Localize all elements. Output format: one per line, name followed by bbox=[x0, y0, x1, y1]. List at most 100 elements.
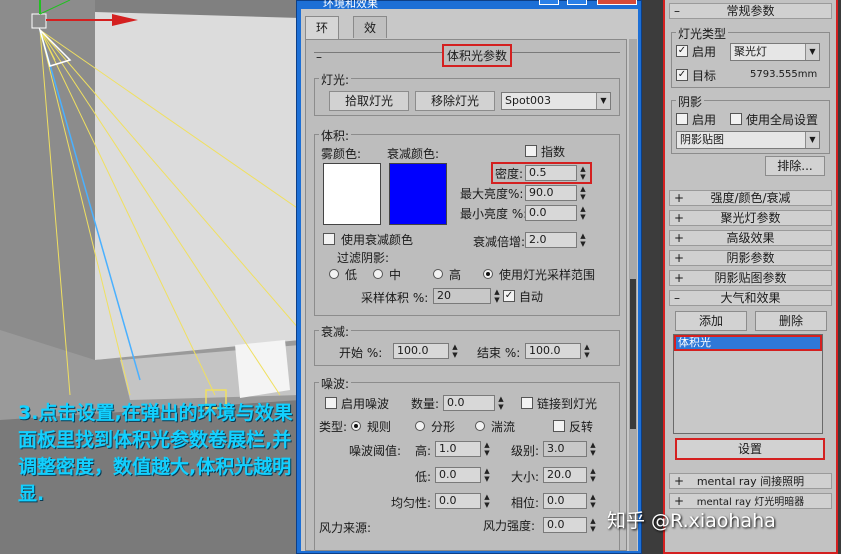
rollout-spotlight-params[interactable]: + 聚光灯参数 bbox=[669, 210, 832, 226]
uniformity-spinner[interactable]: 0.0 ▲ ▼ bbox=[435, 493, 490, 509]
type-regular-radio[interactable] bbox=[351, 421, 361, 431]
dialog-body: 环境 效果 – 体积光参数 灯光: 拾取灯光 移除灯光 Spot003 ▼ 体 bbox=[301, 9, 638, 551]
spinner-arrows-icon[interactable]: ▲ ▼ bbox=[578, 185, 588, 201]
spinner-arrows-icon[interactable]: ▲ ▼ bbox=[496, 395, 506, 411]
atten-color-swatch[interactable] bbox=[389, 163, 447, 225]
enable-noise-checkbox[interactable] bbox=[325, 397, 337, 409]
shadows-on-checkbox[interactable] bbox=[676, 113, 688, 125]
noise-type-label: 类型: bbox=[319, 420, 348, 434]
spinner-arrows-icon[interactable]: ▲ ▼ bbox=[588, 467, 598, 483]
minimize-button[interactable] bbox=[539, 0, 559, 5]
end-spinner[interactable]: 100.0 ▲ ▼ bbox=[525, 343, 590, 359]
density-highlight bbox=[491, 162, 592, 184]
levels-spinner[interactable]: 3.0 ▲ ▼ bbox=[543, 441, 596, 457]
threshold-high-spinner[interactable]: 1.0 ▲ ▼ bbox=[435, 441, 490, 457]
sample-volume-spinner[interactable]: 20 ▲ ▼ bbox=[433, 288, 500, 304]
spinner-arrows-icon[interactable]: ▲ ▼ bbox=[482, 441, 492, 457]
volume-light-rollout-header[interactable]: – 体积光参数 bbox=[314, 44, 620, 67]
levels-value: 3.0 bbox=[547, 442, 565, 455]
remove-light-button[interactable]: 移除灯光 bbox=[415, 91, 495, 111]
rollout-shadow-params[interactable]: + 阴影参数 bbox=[669, 250, 832, 266]
filter-low-label: 低 bbox=[345, 268, 358, 282]
max-light-spinner[interactable]: 90.0 ▲ ▼ bbox=[525, 185, 586, 201]
filter-high-radio[interactable] bbox=[433, 269, 443, 279]
spinner-arrows-icon[interactable]: ▲ ▼ bbox=[578, 232, 588, 248]
invert-label: 反转 bbox=[569, 420, 594, 434]
expand-icon: + bbox=[674, 231, 685, 245]
scrollbar-thumb[interactable] bbox=[630, 279, 636, 429]
general-params-rollout[interactable]: – 常规参数 bbox=[669, 3, 832, 19]
shadows-on-label: 启用 bbox=[692, 113, 717, 127]
spinner-arrows-icon[interactable]: ▲ ▼ bbox=[482, 493, 492, 509]
threshold-low-spinner[interactable]: 0.0 ▲ ▼ bbox=[435, 467, 490, 483]
type-fractal-radio[interactable] bbox=[415, 421, 425, 431]
tab-environment[interactable]: 环境 bbox=[305, 16, 340, 57]
atten-color-label: 衰减颜色: bbox=[387, 147, 440, 161]
delete-effect-button[interactable]: 删除 bbox=[755, 311, 827, 331]
tab-effects[interactable]: 效果 bbox=[353, 16, 388, 57]
noise-amount-value: 0.0 bbox=[447, 396, 465, 409]
use-atten-color-label: 使用衰减颜色 bbox=[341, 233, 414, 247]
expand-icon: + bbox=[674, 211, 685, 225]
close-button[interactable] bbox=[597, 0, 637, 5]
tutorial-caption: 3.点击设置,在弹出的环境与效果面板里找到体积光参数卷展栏,并调整密度，数值越大… bbox=[18, 402, 293, 505]
spinner-arrows-icon[interactable]: ▲ ▼ bbox=[582, 343, 592, 359]
use-atten-color-checkbox[interactable] bbox=[323, 233, 335, 245]
chevron-down-icon: ▼ bbox=[805, 44, 819, 60]
light-list-dropdown[interactable]: Spot003 ▼ bbox=[501, 92, 611, 110]
spinner-arrows-icon[interactable]: ▲ ▼ bbox=[588, 517, 598, 533]
min-light-spinner[interactable]: 0.0 ▲ ▼ bbox=[525, 205, 586, 221]
rollout-intensity[interactable]: + 强度/颜色/衰减 bbox=[669, 190, 832, 206]
start-value: 100.0 bbox=[397, 344, 429, 357]
target-checkbox[interactable]: ✓ bbox=[676, 69, 688, 81]
spinner-arrows-icon[interactable]: ▲ ▼ bbox=[482, 467, 492, 483]
spinner-arrows-icon[interactable]: ▲ ▼ bbox=[492, 288, 502, 304]
rollout-mr-indirect[interactable]: + mental ray 间接照明 bbox=[669, 473, 832, 489]
spinner-arrows-icon[interactable]: ▲ ▼ bbox=[588, 493, 598, 509]
spinner-arrows-icon[interactable]: ▲ ▼ bbox=[450, 343, 460, 359]
panel-scrollbar[interactable] bbox=[629, 39, 637, 551]
exponential-checkbox[interactable] bbox=[525, 145, 537, 157]
max-light-label: 最大亮度%: bbox=[460, 187, 524, 201]
fog-color-swatch[interactable] bbox=[323, 163, 381, 225]
rollout-atmos-effects[interactable]: – 大气和效果 bbox=[669, 290, 832, 306]
enable-noise-label: 启用噪波 bbox=[341, 397, 390, 411]
light-on-checkbox[interactable]: ✓ bbox=[676, 45, 688, 57]
spinner-arrows-icon[interactable]: ▲ ▼ bbox=[588, 441, 598, 457]
exclude-button[interactable]: 排除... bbox=[765, 156, 825, 176]
effects-list[interactable]: 体积光 bbox=[673, 334, 823, 434]
filter-medium-radio[interactable] bbox=[373, 269, 383, 279]
viewport-perspective[interactable]: 3.点击设置,在弹出的环境与效果面板里找到体积光参数卷展栏,并调整密度，数值越大… bbox=[0, 0, 300, 554]
noise-amount-spinner[interactable]: 0.0 ▲ ▼ bbox=[443, 395, 504, 411]
add-effect-button[interactable]: 添加 bbox=[675, 311, 747, 331]
rollout-advanced-effects[interactable]: + 高级效果 bbox=[669, 230, 832, 246]
use-global-checkbox[interactable] bbox=[730, 113, 742, 125]
rollout-shadow-map-params[interactable]: + 阴影贴图参数 bbox=[669, 270, 832, 286]
size-spinner[interactable]: 20.0 ▲ ▼ bbox=[543, 467, 596, 483]
maximize-button[interactable] bbox=[567, 0, 587, 5]
volume-group-label: 体积: bbox=[319, 127, 352, 144]
light-type-dropdown[interactable]: 聚光灯 ▼ bbox=[730, 43, 820, 61]
atten-mult-spinner[interactable]: 2.0 ▲ ▼ bbox=[525, 232, 586, 248]
attenuation-group-label: 衰减: bbox=[319, 323, 352, 340]
pick-light-button[interactable]: 拾取灯光 bbox=[329, 91, 409, 111]
phase-spinner[interactable]: 0.0 ▲ ▼ bbox=[543, 493, 596, 509]
end-label: 结束 %: bbox=[477, 346, 521, 360]
filter-low-radio[interactable] bbox=[329, 269, 339, 279]
type-regular-label: 规则 bbox=[367, 420, 392, 434]
spinner-arrows-icon[interactable]: ▲ ▼ bbox=[578, 205, 588, 221]
auto-label: 自动 bbox=[519, 290, 544, 304]
filter-use-light-radio[interactable] bbox=[483, 269, 493, 279]
invert-checkbox[interactable] bbox=[553, 420, 565, 432]
dialog-titlebar[interactable]: 环境和效果 bbox=[301, 0, 639, 10]
collapse-icon: – bbox=[674, 4, 680, 18]
link-to-light-checkbox[interactable] bbox=[521, 397, 533, 409]
type-turbulence-radio[interactable] bbox=[475, 421, 485, 431]
wind-strength-spinner[interactable]: 0.0 ▲ ▼ bbox=[543, 517, 596, 533]
shadow-type-dropdown[interactable]: 阴影贴图 ▼ bbox=[676, 131, 820, 149]
setup-button[interactable]: 设置 bbox=[675, 438, 825, 460]
expand-icon: + bbox=[674, 271, 685, 285]
auto-checkbox[interactable]: ✓ bbox=[503, 290, 515, 302]
start-spinner[interactable]: 100.0 ▲ ▼ bbox=[393, 343, 458, 359]
min-light-value: 0.0 bbox=[529, 206, 547, 219]
